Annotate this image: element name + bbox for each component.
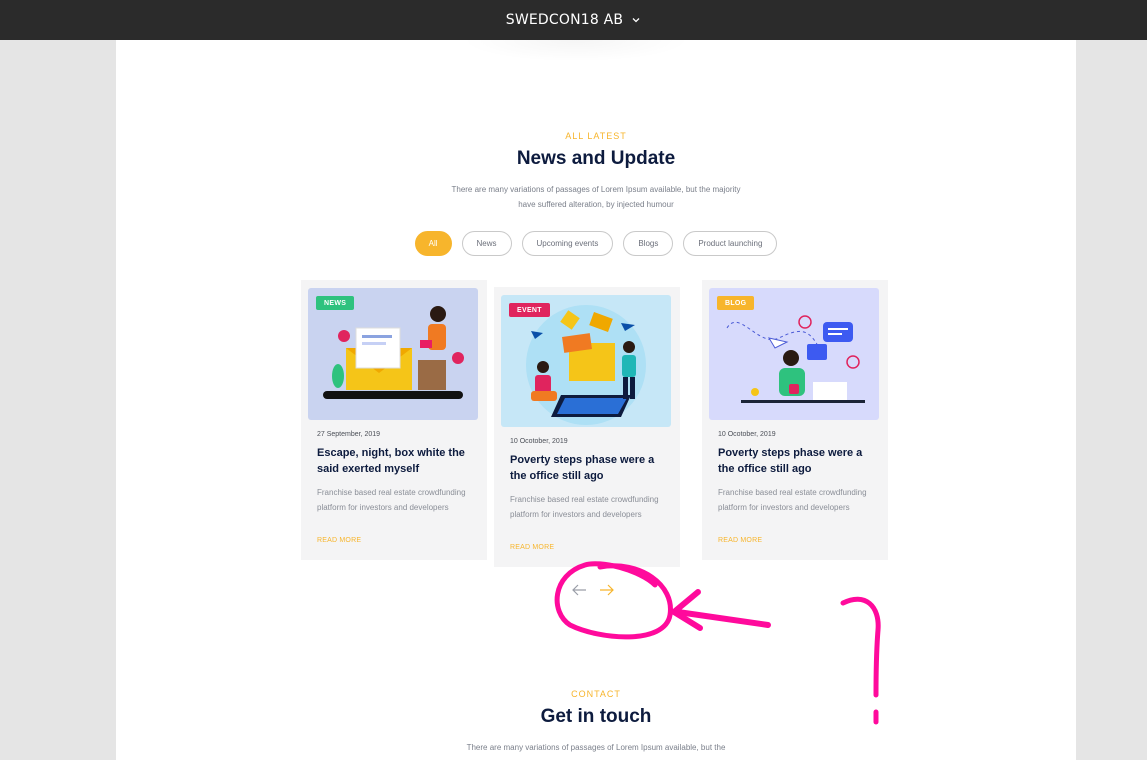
news-card[interactable]: NEWS 27 September, 2019 Escape, night, b… (301, 280, 487, 560)
company-name: SWEDCON18 AB (505, 12, 624, 28)
card-description: Franchise based real estate crowdfunding… (718, 488, 867, 512)
filter-blogs[interactable]: Blogs (623, 231, 674, 256)
contact-title: Get in touch (540, 706, 652, 727)
section-eyebrow: ALL LATEST (565, 131, 627, 141)
card-title[interactable]: Escape, night, box white the said exerte… (317, 445, 477, 477)
category-badge: NEWS (316, 296, 355, 310)
decorative-shadow (461, 40, 691, 62)
card-description: Franchise based real estate crowdfunding… (317, 488, 466, 512)
arrow-left-icon[interactable] (571, 583, 587, 597)
filter-upcoming-events[interactable]: Upcoming events (521, 231, 614, 256)
filter-all[interactable]: All (414, 231, 452, 256)
category-badge: EVENT (509, 303, 550, 317)
event-illustration: EVENT (501, 295, 671, 427)
card-title[interactable]: Poverty steps phase were a the office st… (510, 452, 670, 484)
filter-bar: All News Upcoming events Blogs Product l… (116, 231, 1076, 256)
read-more-link[interactable]: READ MORE (718, 537, 762, 544)
news-illustration: NEWS (308, 288, 478, 420)
contact-eyebrow: CONTACT (571, 689, 621, 699)
contact-subtitle: There are many variations of passages of… (466, 743, 726, 752)
read-more-link[interactable]: READ MORE (317, 537, 361, 544)
chevron-down-icon (632, 18, 640, 23)
card-date: 27 September, 2019 (317, 431, 381, 438)
company-switcher[interactable]: SWEDCON18 AB (506, 12, 641, 28)
carousel-nav (571, 583, 615, 597)
read-more-link[interactable]: READ MORE (510, 544, 554, 551)
filter-news[interactable]: News (461, 231, 512, 256)
arrow-right-icon[interactable] (599, 583, 615, 597)
news-card[interactable]: EVENT 10 Ocotober, 2019 Poverty steps ph… (494, 287, 680, 567)
filter-product-launching[interactable]: Product launching (683, 231, 778, 256)
category-badge: BLOG (717, 296, 755, 310)
page-content: ALL LATEST News and Update There are man… (116, 40, 1076, 760)
section-title: News and Update (516, 148, 676, 169)
card-date: 10 Ocotober, 2019 (718, 431, 776, 438)
blog-illustration: BLOG (709, 288, 879, 420)
card-description: Franchise based real estate crowdfunding… (510, 495, 659, 519)
card-title[interactable]: Poverty steps phase were a the office st… (718, 445, 878, 477)
section-subtitle: There are many variations of passages of… (451, 185, 741, 209)
top-bar: SWEDCON18 AB (0, 0, 1147, 40)
news-card[interactable]: BLOG 10 Ocotober, 2019 Poverty steps pha… (702, 280, 888, 560)
card-date: 10 Ocotober, 2019 (510, 438, 568, 445)
